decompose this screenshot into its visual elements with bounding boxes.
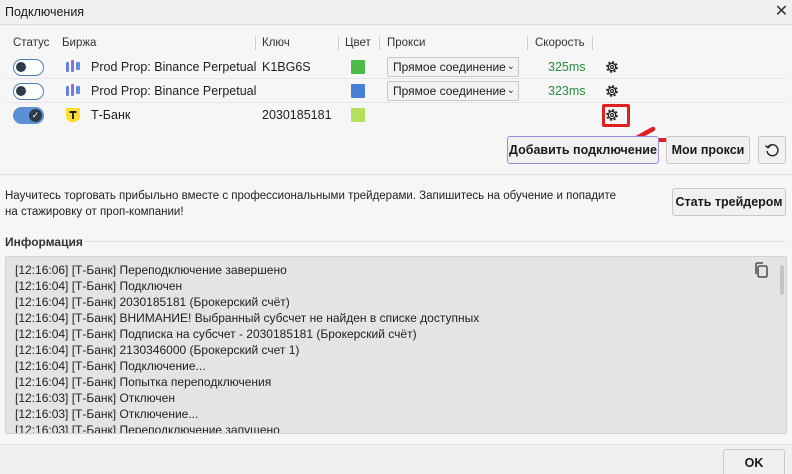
copy-icon[interactable] [753, 262, 769, 278]
color-swatch[interactable] [351, 84, 365, 98]
toggle-knob [16, 62, 26, 72]
log-line: [12:16:04] [Т-Банк] Попытка переподключе… [15, 375, 272, 389]
header-key: Ключ [262, 37, 290, 49]
header-proxy: Прокси [387, 37, 426, 49]
connection-key: 2030185181 [262, 108, 332, 122]
table-row[interactable]: Prod Prop: Binance Perpetual Прямое соед… [5, 79, 787, 103]
close-button[interactable]: ✕ [771, 0, 792, 25]
connection-speed: 323ms [548, 84, 586, 98]
status-toggle[interactable] [13, 83, 44, 100]
log-line: [12:16:03] [Т-Банк] Отключение... [15, 407, 199, 421]
log-line: [12:16:06] [Т-Банк] Переподключение заве… [15, 263, 287, 277]
table-header: Статус Биржа Ключ Цвет Прокси Скорость [5, 32, 787, 54]
proxy-select-value: Прямое соединение [393, 84, 506, 98]
highlight-box [602, 104, 630, 127]
header-divider[interactable] [379, 36, 380, 50]
window-title: Подключения [5, 5, 85, 19]
divider [0, 174, 792, 175]
t-bank-icon [66, 108, 80, 123]
exchange-name: Prod Prop: Binance Perpetual [91, 60, 257, 74]
status-toggle[interactable] [13, 59, 44, 76]
become-trader-button[interactable]: Стать трейдером [672, 188, 786, 216]
header-exchange: Биржа [62, 37, 97, 49]
exchange-name: Prod Prop: Binance Perpetual [91, 84, 257, 98]
header-status: Статус [13, 37, 50, 49]
chevron-down-icon: ⌄ [506, 85, 515, 96]
log-line: [12:16:04] [Т-Банк] Подключение... [15, 359, 206, 373]
toggle-knob [16, 86, 26, 96]
log-line: [12:16:04] [Т-Банк] Подписка на субсчет … [15, 327, 417, 341]
refresh-button[interactable] [758, 136, 786, 164]
log-line: [12:16:03] [Т-Банк] Отключен [15, 391, 175, 405]
chevron-down-icon: ⌄ [506, 61, 515, 72]
log-scrollbar[interactable] [780, 265, 784, 295]
log-line: [12:16:03] [Т-Банк] Переподключение запу… [15, 423, 280, 434]
dialog-footer: OK [0, 444, 792, 474]
proxy-select-value: Прямое соединение [393, 60, 506, 74]
log-line: [12:16:04] [Т-Банк] Подключен [15, 279, 183, 293]
header-divider[interactable] [338, 36, 339, 50]
header-color: Цвет [345, 37, 371, 49]
header-divider[interactable] [527, 36, 528, 50]
binance-perpetual-icon [66, 60, 80, 72]
color-swatch[interactable] [351, 108, 365, 122]
table-row[interactable]: Prod Prop: Binance Perpetual K1BG6S Прям… [5, 55, 787, 79]
add-connection-button[interactable]: Добавить подключение [507, 136, 659, 164]
header-speed: Скорость [535, 37, 585, 49]
binance-perpetual-icon [66, 84, 80, 96]
connection-key: K1BG6S [262, 60, 311, 74]
connections-panel: Статус Биржа Ключ Цвет Прокси Скорость P… [0, 26, 792, 444]
proxy-select[interactable]: Прямое соединение ⌄ [387, 57, 519, 77]
proxy-select[interactable]: Прямое соединение ⌄ [387, 81, 519, 101]
refresh-icon [765, 144, 779, 157]
gear-icon[interactable] [604, 59, 620, 75]
ok-button[interactable]: OK [723, 449, 785, 474]
info-section-label: Информация [5, 235, 83, 249]
color-swatch[interactable] [351, 60, 365, 74]
log-line: [12:16:04] [Т-Банк] 2030185181 (Брокерск… [15, 295, 290, 309]
status-toggle[interactable]: ✓ [13, 107, 44, 124]
divider [85, 241, 785, 242]
log-line: [12:16:04] [Т-Банк] ВНИМАНИЕ! Выбранный … [15, 311, 480, 325]
header-divider[interactable] [592, 36, 593, 50]
exchange-name: Т-Банк [91, 108, 131, 122]
title-bar: Подключения ✕ [0, 0, 792, 25]
my-proxies-button[interactable]: Мои прокси [666, 136, 750, 164]
gear-icon[interactable] [604, 83, 620, 99]
log-line: [12:16:04] [Т-Банк] 2130346000 (Брокерск… [15, 343, 300, 357]
connection-speed: 325ms [548, 60, 586, 74]
promo-text: Научитесь торговать прибыльно вместе с п… [5, 190, 617, 218]
check-icon: ✓ [29, 109, 42, 122]
table-row[interactable]: ✓ Т-Банк 2030185181 [5, 103, 787, 127]
log-panel[interactable]: [12:16:06] [Т-Банк] Переподключение заве… [5, 256, 787, 434]
header-divider[interactable] [255, 36, 256, 50]
